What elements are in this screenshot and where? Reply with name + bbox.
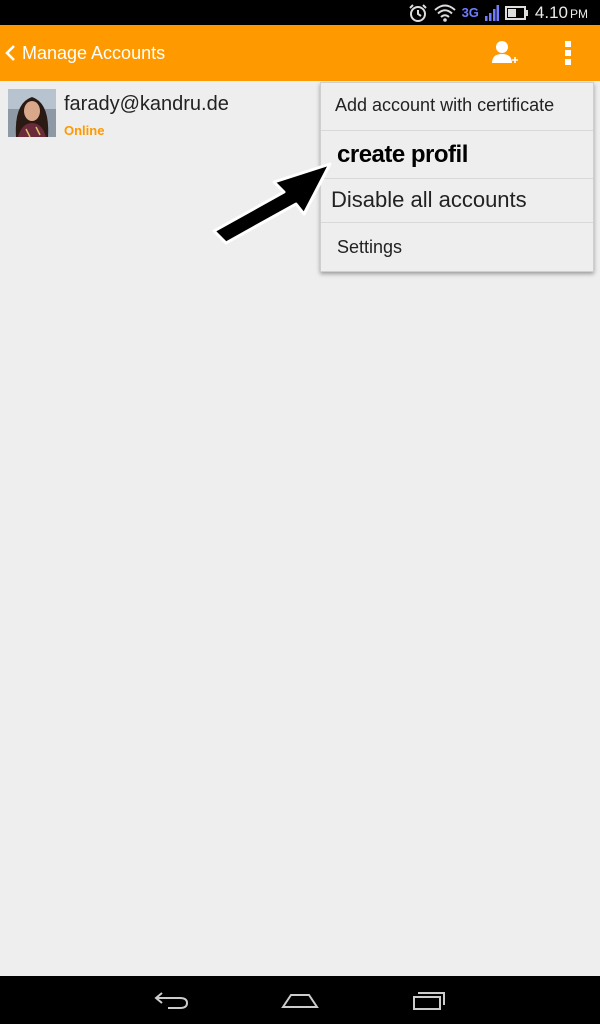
clock-ampm: PM <box>570 6 588 21</box>
nav-recent-apps-button[interactable] <box>398 984 458 1016</box>
back-icon <box>154 992 189 1009</box>
up-navigation-button[interactable]: Manage Accounts <box>0 25 165 81</box>
add-user-icon <box>492 41 518 63</box>
annotation-arrow <box>212 162 332 245</box>
wifi-icon <box>433 4 456 22</box>
home-icon <box>281 994 319 1008</box>
nav-home-button[interactable] <box>270 984 330 1016</box>
navigation-bar <box>0 976 600 1024</box>
clock-time: 4.10 <box>534 2 568 22</box>
page-title: Manage Accounts <box>22 42 166 63</box>
menu-divider <box>321 222 593 223</box>
menu-item-settings[interactable]: Settings <box>321 225 593 271</box>
status-bar: 3G 4.10 PM <box>0 0 600 25</box>
battery-icon <box>504 5 528 20</box>
account-email: farady@kandru.de <box>64 93 229 115</box>
add-account-button[interactable] <box>484 35 524 71</box>
network-type: 3G <box>461 5 479 20</box>
overflow-popup-menu: Add account with certificate create prof… <box>320 82 594 272</box>
menu-item-disable-all-accounts[interactable]: Disable all accounts <box>321 179 593 223</box>
nav-back-button[interactable] <box>142 984 202 1016</box>
menu-item-add-account-certificate[interactable]: Add account with certificate <box>321 83 593 131</box>
recent-apps-icon <box>413 992 445 1010</box>
signal-icon <box>484 4 499 21</box>
clock: 4.10 PM <box>535 3 588 23</box>
back-chevron-icon <box>5 45 15 61</box>
avatar <box>8 89 56 137</box>
menu-item-create-profil[interactable]: create profil <box>321 131 593 179</box>
alarm-icon <box>408 3 427 22</box>
overflow-menu-icon <box>565 41 571 65</box>
action-bar: Manage Accounts <box>0 25 600 81</box>
overflow-menu-button[interactable] <box>552 35 584 71</box>
status-icons: 3G 4.10 PM <box>408 0 588 25</box>
account-status: Online <box>64 123 105 138</box>
